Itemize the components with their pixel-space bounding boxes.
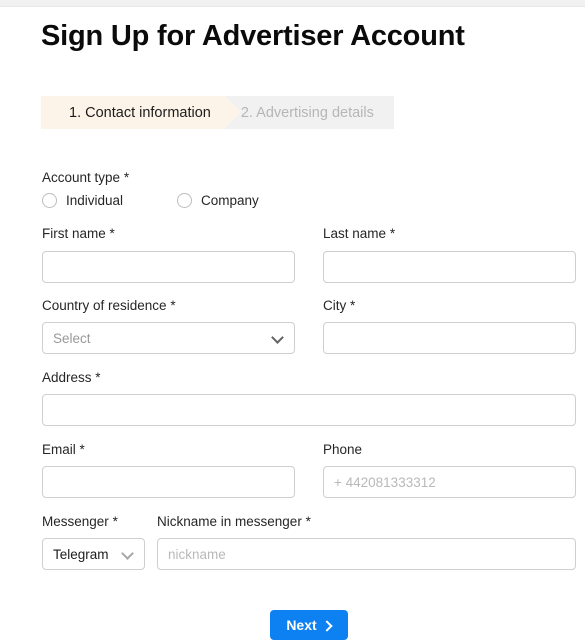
city-required-mark: * — [350, 298, 356, 313]
messenger-required-mark: * — [112, 514, 118, 529]
address-required-mark: * — [95, 370, 101, 385]
next-button-label: Next — [286, 617, 317, 633]
nickname-label-text: Nickname in messenger — [157, 514, 302, 529]
address-label: Address * — [42, 370, 101, 385]
radio-circle-icon — [42, 193, 57, 208]
last-name-required-mark: * — [389, 226, 396, 241]
step-indicator: 1. Contact information 2. Advertising de… — [41, 96, 394, 129]
chevron-down-icon — [122, 548, 134, 560]
last-name-input[interactable] — [323, 251, 576, 283]
city-label: City * — [323, 298, 355, 313]
phone-label-text: Phone — [323, 442, 363, 457]
country-required-mark: * — [170, 298, 176, 313]
address-label-text: Address — [42, 370, 92, 385]
phone-input[interactable] — [323, 466, 576, 498]
city-input[interactable] — [323, 322, 576, 354]
first-name-label: First name * — [42, 226, 115, 241]
step-1-label: 1. Contact information — [69, 104, 211, 121]
chevron-down-icon — [272, 332, 284, 344]
first-name-label-text: First name — [42, 226, 106, 241]
step-2-label: 2. Advertising details — [240, 104, 374, 121]
last-name-label: Last name * — [323, 226, 395, 241]
chevron-right-icon — [323, 621, 332, 630]
account-type-required-mark: * — [123, 170, 130, 185]
account-type-label: Account type * — [42, 170, 129, 185]
page-title: Sign Up for Advertiser Account — [41, 20, 465, 52]
country-select-value: Select — [53, 330, 91, 346]
nickname-required-mark: * — [305, 514, 311, 529]
phone-label: Phone — [323, 442, 362, 457]
email-label: Email * — [42, 442, 85, 457]
country-label-text: Country of residence — [42, 298, 167, 313]
country-label: Country of residence * — [42, 298, 176, 313]
city-label-text: City — [323, 298, 347, 313]
country-select[interactable]: Select — [42, 322, 295, 354]
email-input[interactable] — [42, 466, 295, 498]
top-divider-strip — [0, 0, 585, 7]
next-button[interactable]: Next — [270, 610, 348, 640]
messenger-select-value: Telegram — [53, 546, 109, 562]
account-type-radio-group: Individual Company — [42, 193, 259, 208]
step-tab-contact-information[interactable]: 1. Contact information — [41, 96, 241, 129]
first-name-required-mark: * — [109, 226, 115, 241]
account-type-label-text: Account type — [42, 170, 121, 185]
nickname-input[interactable] — [157, 538, 576, 570]
radio-label-individual: Individual — [66, 193, 124, 208]
email-required-mark: * — [79, 442, 85, 457]
email-label-text: Email — [42, 442, 76, 457]
address-input[interactable] — [42, 394, 576, 426]
radio-option-individual[interactable]: Individual — [42, 193, 177, 208]
nickname-label: Nickname in messenger * — [157, 514, 311, 529]
last-name-label-text: Last name — [323, 226, 387, 241]
first-name-input[interactable] — [42, 251, 295, 283]
signup-page: Sign Up for Advertiser Account 1. Contac… — [0, 7, 585, 644]
radio-circle-icon — [177, 193, 192, 208]
messenger-select[interactable]: Telegram — [42, 538, 145, 570]
messenger-label-text: Messenger — [42, 514, 109, 529]
messenger-label: Messenger * — [42, 514, 118, 529]
radio-option-company[interactable]: Company — [177, 193, 259, 208]
radio-label-company: Company — [201, 193, 259, 208]
